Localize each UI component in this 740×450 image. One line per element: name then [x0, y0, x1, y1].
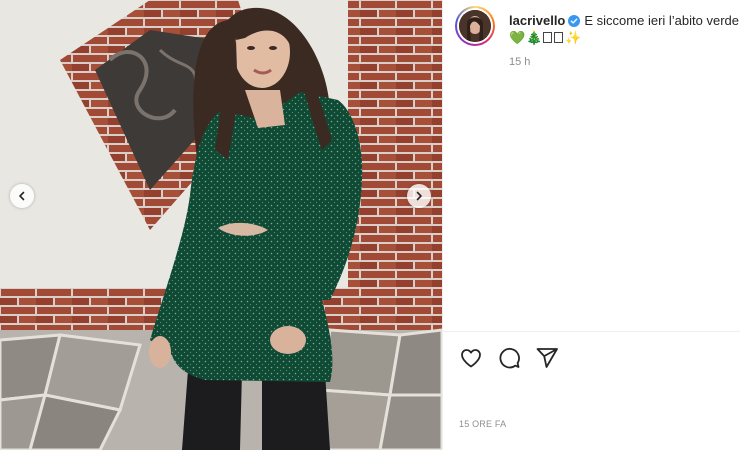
caption-emojis: 💚🎄 ✨ [509, 30, 583, 46]
caption: lacrivello E siccome ieri l’abito verde [509, 13, 740, 31]
paper-plane-icon [536, 348, 558, 368]
verified-badge-icon [568, 15, 581, 31]
comment-bubble-icon [499, 347, 520, 369]
avatar-image [459, 10, 491, 42]
post-date[interactable]: 15 ORE FA [459, 419, 506, 429]
caption-timestamp[interactable]: 15 h [509, 56, 530, 68]
heart-icon [461, 349, 481, 368]
green-heart-emoji: 💚 [509, 30, 526, 45]
avatar[interactable] [455, 6, 495, 46]
missing-glyph-box [554, 32, 564, 43]
post-photo[interactable] [0, 0, 442, 450]
caption-header: lacrivello E siccome ieri l’abito verde 💚… [455, 6, 740, 76]
previous-photo-button[interactable] [10, 184, 34, 208]
comment-button[interactable] [497, 346, 521, 370]
action-bar [459, 346, 559, 370]
missing-glyph-box [543, 32, 553, 43]
post-side-panel: lacrivello E siccome ieri l’abito verde 💚… [443, 0, 740, 450]
like-button[interactable] [459, 346, 483, 370]
chevron-right-icon [416, 191, 422, 201]
username-link[interactable]: lacrivello [509, 13, 565, 28]
next-photo-button[interactable] [407, 184, 431, 208]
share-button[interactable] [535, 346, 559, 370]
section-divider [443, 331, 740, 332]
sparkles-emoji: ✨ [565, 30, 582, 45]
christmas-tree-emoji: 🎄 [526, 30, 543, 45]
caption-text: E siccome ieri l’abito verde [584, 13, 739, 28]
chevron-left-icon [19, 191, 25, 201]
